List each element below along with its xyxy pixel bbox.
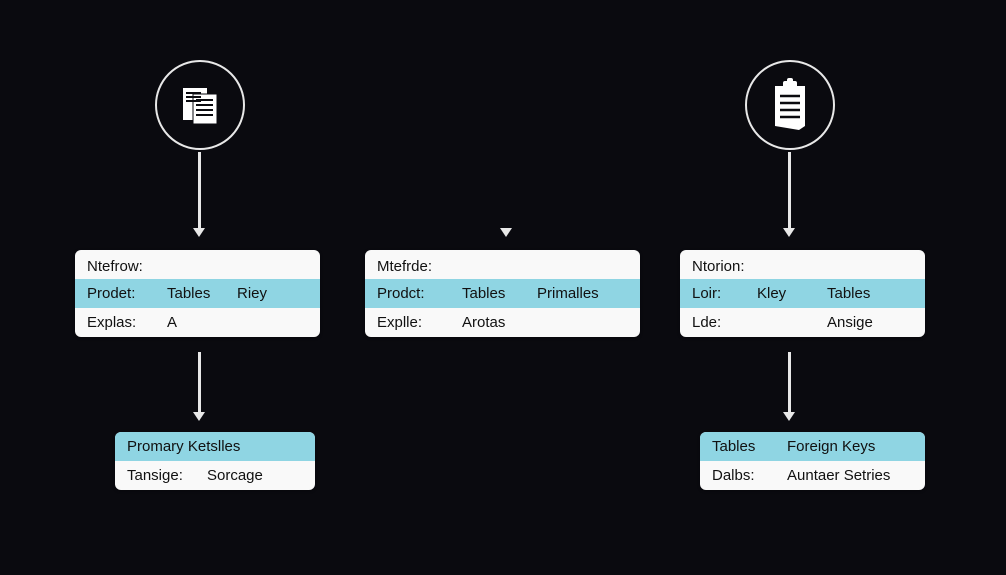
card-mtefrde: Mtefrde: Prodct: Tables Primalles Explle… <box>365 250 640 337</box>
data-cell: Tansige: <box>127 467 207 484</box>
card-title: Ntefrow: <box>75 250 320 279</box>
arrow-line <box>788 152 791 230</box>
arrow-line <box>198 152 201 230</box>
documents-icon-circle <box>155 60 245 150</box>
card-data-row: Explas: A <box>75 308 320 337</box>
card-ntefrow: Ntefrow: Prodet: Tables Riey Explas: A <box>75 250 320 337</box>
header-cell: Prodet: <box>87 285 167 302</box>
card-data-row: Tansige: Sorcage <box>115 461 315 490</box>
card-data-row: Dalbs: Auntaer Setries <box>700 461 925 490</box>
header-cell: Primalles <box>537 285 617 302</box>
documents-icon <box>177 82 223 128</box>
clipboard-icon-circle <box>745 60 835 150</box>
data-cell: Ansige <box>827 314 891 331</box>
card-promary: Promary Ketslles Tansige: Sorcage <box>115 432 315 490</box>
card-header-row: Prodet: Tables Riey <box>75 279 320 308</box>
arrow-line <box>198 352 201 414</box>
arrow-head-icon <box>193 228 205 237</box>
data-cell: Explas: <box>87 314 167 331</box>
card-header-row: Promary Ketslles <box>115 432 315 461</box>
card-foreign-keys: Tables Foreign Keys Dalbs: Auntaer Setri… <box>700 432 925 490</box>
card-data-row: Lde: Ansige <box>680 308 925 337</box>
data-cell: Sorcage <box>207 467 281 484</box>
card-header-row: Tables Foreign Keys <box>700 432 925 461</box>
header-cell: Tables <box>712 438 787 455</box>
card-title: Mtefrde: <box>365 250 640 279</box>
arrow-head-icon <box>783 412 795 421</box>
arrow-head-icon <box>193 412 205 421</box>
arrow-line <box>788 352 791 414</box>
header-cell: Prodct: <box>377 285 462 302</box>
card-ntorion: Ntorion: Loir: Kley Tables Lde: Ansige <box>680 250 925 337</box>
header-cell: Tables <box>167 285 237 302</box>
data-cell: Dalbs: <box>712 467 787 484</box>
header-cell: Foreign Keys <box>787 438 893 455</box>
arrow-head-icon <box>500 228 512 237</box>
header-cell: Tables <box>827 285 888 302</box>
clipboard-icon <box>765 78 815 132</box>
header-cell: Kley <box>757 285 827 302</box>
data-cell: Auntaer Setries <box>787 467 908 484</box>
header-cell: Loir: <box>692 285 757 302</box>
data-cell: Lde: <box>692 314 757 331</box>
header-cell: Tables <box>462 285 537 302</box>
card-data-row: Explle: Arotas <box>365 308 640 337</box>
header-cell: Promary Ketslles <box>127 438 258 455</box>
data-cell: Explle: <box>377 314 462 331</box>
arrow-head-icon <box>783 228 795 237</box>
data-cell: A <box>167 314 237 331</box>
header-cell: Riey <box>237 285 285 302</box>
card-header-row: Loir: Kley Tables <box>680 279 925 308</box>
data-cell: Arotas <box>462 314 537 331</box>
card-title: Ntorion: <box>680 250 925 279</box>
card-header-row: Prodct: Tables Primalles <box>365 279 640 308</box>
